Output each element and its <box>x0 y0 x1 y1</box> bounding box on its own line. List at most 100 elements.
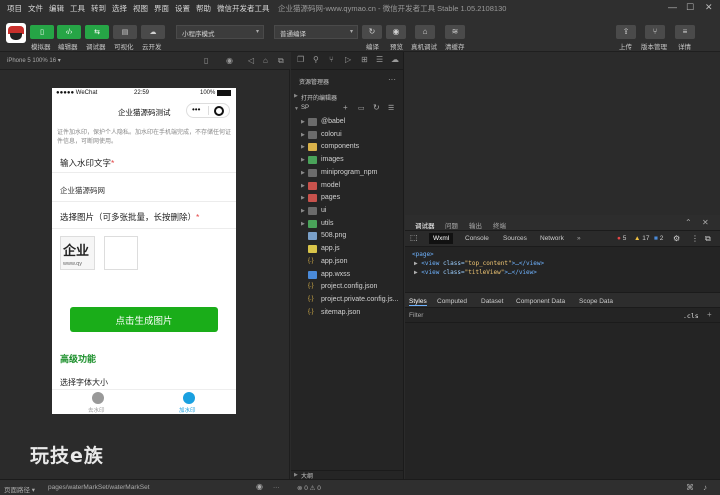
remove-watermark-icon[interactable] <box>92 392 104 404</box>
watermark-text-input[interactable]: 企业猫源码网 <box>60 185 105 196</box>
detach-icon[interactable]: ⧉ <box>278 56 284 66</box>
tree-item[interactable]: ▶ ui <box>291 205 404 218</box>
dock-icon[interactable]: ⧉ <box>705 234 711 244</box>
tab-sources[interactable]: Sources <box>503 235 527 242</box>
tab-terminal[interactable]: 终端 <box>493 220 506 230</box>
record-icon[interactable]: ◉ <box>226 56 233 65</box>
debug-run-icon[interactable]: ▷ <box>345 55 351 64</box>
cloud-icon[interactable]: ☁ <box>391 55 399 64</box>
cls-toggle[interactable]: .cls <box>683 312 699 320</box>
details-button[interactable]: ≡ <box>675 25 695 39</box>
tab-wxml[interactable]: Wxml <box>429 233 454 244</box>
device-icon[interactable]: ▯ <box>204 56 208 65</box>
tab-problems[interactable]: 问题 <box>445 220 458 230</box>
problem-counts[interactable]: ⊗ 0 ⚠ 0 <box>297 484 321 492</box>
expand-arrow-icon[interactable]: ▶ <box>414 269 418 276</box>
debugger-toggle-button[interactable]: ⇆ <box>85 25 109 39</box>
mode-select[interactable]: 小程序模式 ▾ <box>176 25 264 39</box>
menu-select[interactable]: 选择 <box>112 3 127 14</box>
wxml-line[interactable]: <page> <box>412 251 434 258</box>
tree-item[interactable]: {.} sitemap.json <box>291 307 404 320</box>
tab-dataset[interactable]: Dataset <box>481 298 503 305</box>
tab-computed[interactable]: Computed <box>437 298 467 305</box>
menu-help[interactable]: 帮助 <box>196 3 211 14</box>
search-icon[interactable]: ⚲ <box>313 55 319 64</box>
more-icon[interactable]: ··· <box>273 484 280 491</box>
list-icon[interactable]: ☰ <box>376 55 383 64</box>
filter-input[interactable]: Filter <box>409 312 423 319</box>
maximize-icon[interactable]: ☐ <box>686 2 694 13</box>
menu-edit[interactable]: 编辑 <box>49 3 64 14</box>
open-editors-section[interactable]: ▶ 打开的编辑器 <box>291 91 404 103</box>
tab-remove-watermark[interactable]: 去水印 <box>88 406 105 414</box>
tab-styles[interactable]: Styles <box>409 298 427 306</box>
tree-item[interactable]: app.js <box>291 243 404 256</box>
new-folder-icon[interactable]: ▭ <box>358 104 365 112</box>
add-watermark-icon[interactable] <box>183 392 195 404</box>
tree-item[interactable]: app.wxss <box>291 269 404 282</box>
more-actions-icon[interactable]: ··· <box>388 75 396 84</box>
device-select[interactable]: iPhone 5 100% 16 ▾ <box>7 57 61 64</box>
tree-item[interactable]: {.} app.json <box>291 256 404 269</box>
cloud-button[interactable]: ☁ <box>141 25 165 39</box>
notification-icon[interactable]: ⌘ <box>686 483 694 492</box>
chevron-up-icon[interactable]: ⌃ <box>685 218 692 227</box>
menu-file[interactable]: 文件 <box>28 3 43 14</box>
tree-item[interactable]: ▶ @babel <box>291 116 404 129</box>
tree-item[interactable]: ▶ model <box>291 180 404 193</box>
editor-toggle-button[interactable]: ‹/› <box>57 25 81 39</box>
menu-project[interactable]: 项目 <box>7 3 22 14</box>
menu-tools[interactable]: 工具 <box>70 3 85 14</box>
visual-toggle-button[interactable]: ▤ <box>113 25 137 39</box>
preview-button[interactable]: ◉ <box>386 25 406 39</box>
wxml-line[interactable]: ▶ <view class="titleView">…</view> <box>414 269 537 276</box>
version-button[interactable]: ⑂ <box>645 25 665 39</box>
minimize-icon[interactable]: — <box>668 2 677 12</box>
compile-select[interactable]: 普通编译 ▾ <box>274 25 358 39</box>
home-icon[interactable]: ⌂ <box>263 56 268 65</box>
refresh-icon[interactable]: ↻ <box>373 103 380 112</box>
tab-debugger[interactable]: 调试器 <box>415 220 435 230</box>
menu-ui[interactable]: 界面 <box>154 3 169 14</box>
menu-goto[interactable]: 转到 <box>91 3 106 14</box>
avatar[interactable] <box>6 23 26 43</box>
simulator-toggle-button[interactable]: ▯ <box>30 25 54 39</box>
tree-item[interactable]: {.} project.private.config.js... <box>291 294 404 307</box>
tab-add-watermark[interactable]: 加水印 <box>179 406 196 414</box>
close-window-icon[interactable]: ✕ <box>705 2 713 13</box>
close-panel-icon[interactable]: ✕ <box>702 218 709 227</box>
wxml-line[interactable]: ▶ <view class="top_content">…</view> <box>414 260 544 267</box>
eye-icon[interactable]: ◉ <box>256 482 263 491</box>
kebab-menu-icon[interactable]: ⋮ <box>691 234 699 243</box>
tree-item[interactable]: {.} project.config.json <box>291 281 404 294</box>
real-debug-button[interactable]: ⌂ <box>415 25 435 39</box>
add-rule-icon[interactable]: + <box>707 310 712 319</box>
tree-item[interactable]: ▶ utils <box>291 218 404 231</box>
tab-scope-data[interactable]: Scope Data <box>579 298 613 305</box>
tab-output[interactable]: 输出 <box>469 220 482 230</box>
tree-item[interactable]: 508.png <box>291 230 404 243</box>
source-control-icon[interactable]: ⑂ <box>329 55 334 64</box>
files-icon[interactable]: ❐ <box>297 55 304 64</box>
menu-settings[interactable]: 设置 <box>175 3 190 14</box>
project-section[interactable]: ▼ SP + ▭ ↻ ☰ <box>291 103 404 115</box>
tree-item[interactable]: ▶ pages <box>291 192 404 205</box>
warning-count-badge[interactable]: ▲ 17 <box>634 235 649 242</box>
more-tabs-icon[interactable]: » <box>577 235 581 242</box>
close-target-icon[interactable] <box>214 106 224 116</box>
inspect-icon[interactable]: ⬚ <box>410 233 418 242</box>
outline-section[interactable]: ▶ 大纲 <box>291 470 404 480</box>
back-icon[interactable]: ◁ <box>248 56 254 65</box>
capsule-button[interactable]: ••• <box>186 103 230 118</box>
tree-item[interactable]: ▶ colorui <box>291 129 404 142</box>
gear-icon[interactable]: ⚙ <box>673 234 680 243</box>
expand-arrow-icon[interactable]: ▶ <box>414 260 418 267</box>
tab-network[interactable]: Network <box>540 235 564 242</box>
font-size-label[interactable]: 选择字体大小 <box>60 377 108 388</box>
bell-icon[interactable]: ♪ <box>703 483 707 492</box>
tab-component-data[interactable]: Component Data <box>516 298 565 305</box>
add-image-button[interactable] <box>104 236 138 270</box>
extensions-icon[interactable]: ⊞ <box>361 55 368 64</box>
error-count-badge[interactable]: ● 5 <box>617 235 626 242</box>
tree-item[interactable]: ▶ components <box>291 141 404 154</box>
